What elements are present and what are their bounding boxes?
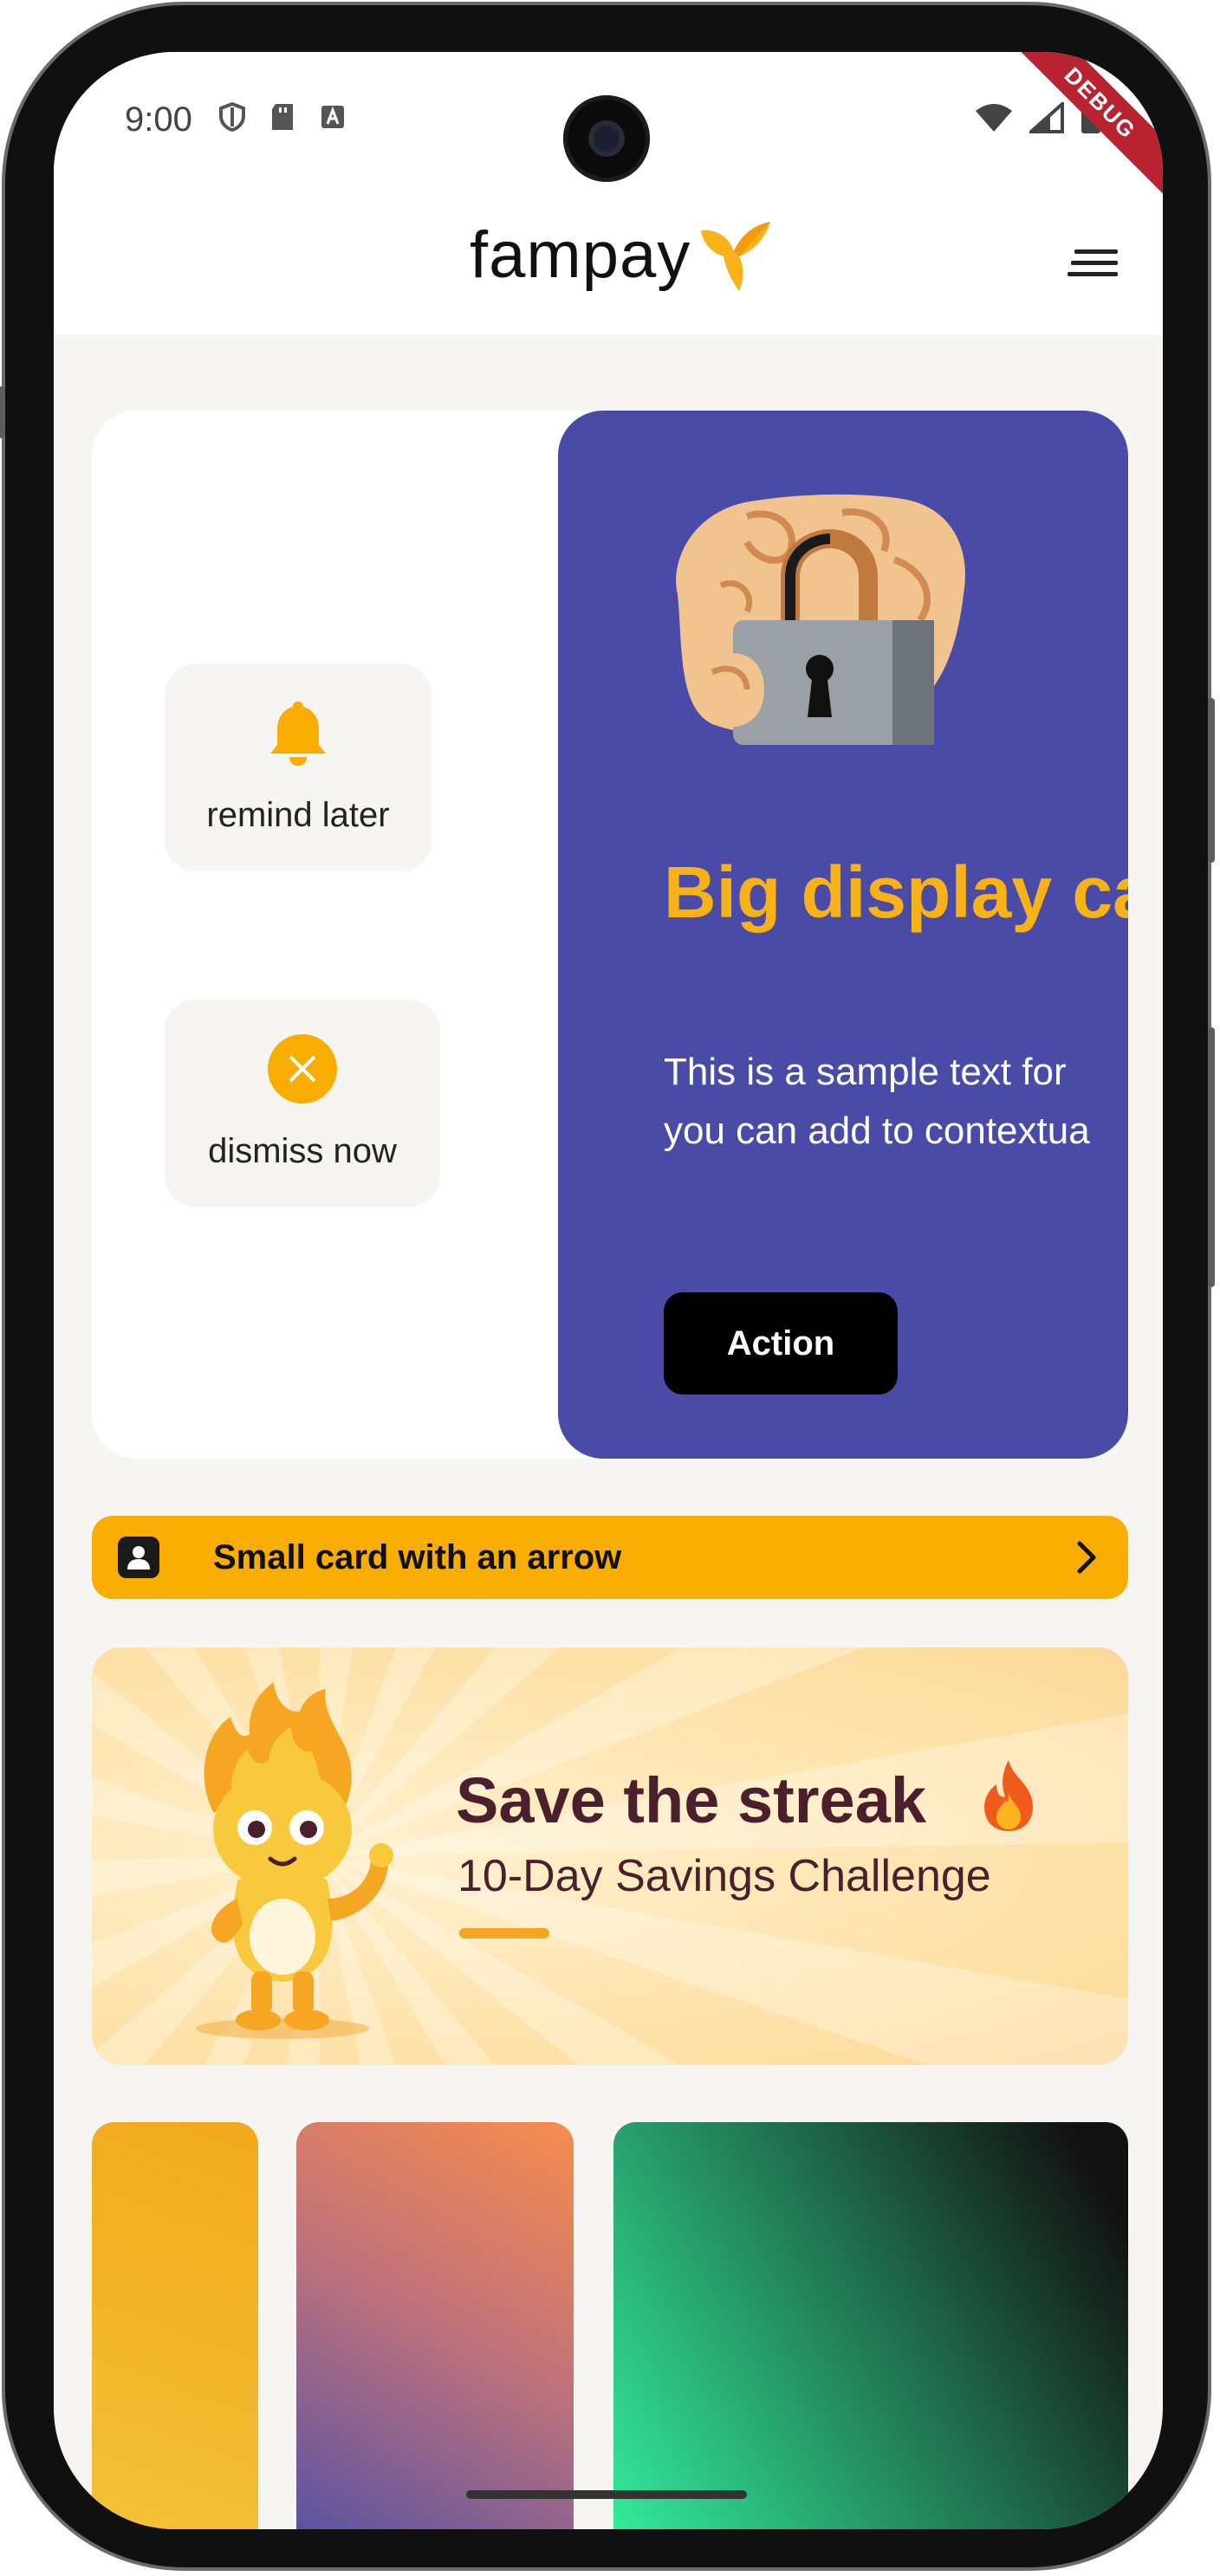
close-circle-icon [268, 1034, 337, 1104]
signal-icon [1029, 102, 1064, 133]
shield-icon [219, 102, 245, 132]
fire-emoji-icon [984, 1760, 1033, 1831]
chevron-right-icon [1077, 1541, 1096, 1574]
big-card-text: This is a sample text for you can add to… [664, 1043, 1128, 1161]
bell-icon [270, 702, 326, 766]
small-card-label: Small card with an arrow [213, 1538, 622, 1576]
user-badge-icon [118, 1537, 159, 1578]
big-display-card[interactable]: Big display ca This is a sample text for… [558, 411, 1128, 1459]
hand-padlock-illustration [676, 494, 965, 745]
status-left-icons [218, 102, 347, 132]
banner-underline [459, 1928, 549, 1938]
fampay-logo: fampay [470, 213, 774, 296]
big-card-text-line-1: This is a sample text for [664, 1051, 1067, 1093]
gradient-card-1[interactable] [92, 2122, 258, 2529]
app-screen: 9:00 DEBUG fampay remind later dismiss n… [54, 52, 1163, 2529]
banner-title: Save the streak [456, 1764, 927, 1836]
front-camera [563, 95, 650, 182]
wifi-icon [976, 104, 1012, 132]
remind-later-button[interactable]: remind later [165, 663, 432, 871]
gradient-card-2[interactable] [296, 2122, 574, 2529]
gradient-card-3[interactable] [613, 2122, 1128, 2529]
banner-subtitle: 10-Day Savings Challenge [458, 1851, 991, 1901]
big-card-text-line-2: you can add to contextua [664, 1110, 1090, 1152]
small-card-with-arrow[interactable]: Small card with an arrow [92, 1516, 1128, 1599]
remind-later-label: remind later [206, 796, 390, 834]
logo-text: fampay [470, 217, 691, 292]
power-button [1208, 1027, 1215, 1287]
side-button [0, 386, 5, 438]
dismiss-now-button[interactable]: dismiss now [165, 1000, 440, 1207]
flame-mascot-illustration [196, 1682, 393, 2039]
home-indicator[interactable] [466, 2490, 747, 2499]
action-button[interactable]: Action [664, 1292, 898, 1395]
dismiss-now-label: dismiss now [208, 1132, 397, 1170]
hamburger-menu-icon[interactable] [1068, 246, 1119, 281]
contextual-card-container: remind later dismiss now Big display ca … [92, 411, 1128, 1459]
save-streak-banner[interactable]: Save the streak 10-Day Savings Challenge [92, 1647, 1128, 2065]
font-a-icon [321, 106, 344, 128]
app-header-area: 9:00 DEBUG fampay [54, 52, 1163, 334]
volume-button [1208, 698, 1215, 863]
fampay-bird-icon [701, 222, 771, 291]
big-card-title: Big display ca [664, 851, 1128, 933]
sd-card-icon [272, 104, 293, 130]
status-time: 9:00 [125, 100, 192, 139]
